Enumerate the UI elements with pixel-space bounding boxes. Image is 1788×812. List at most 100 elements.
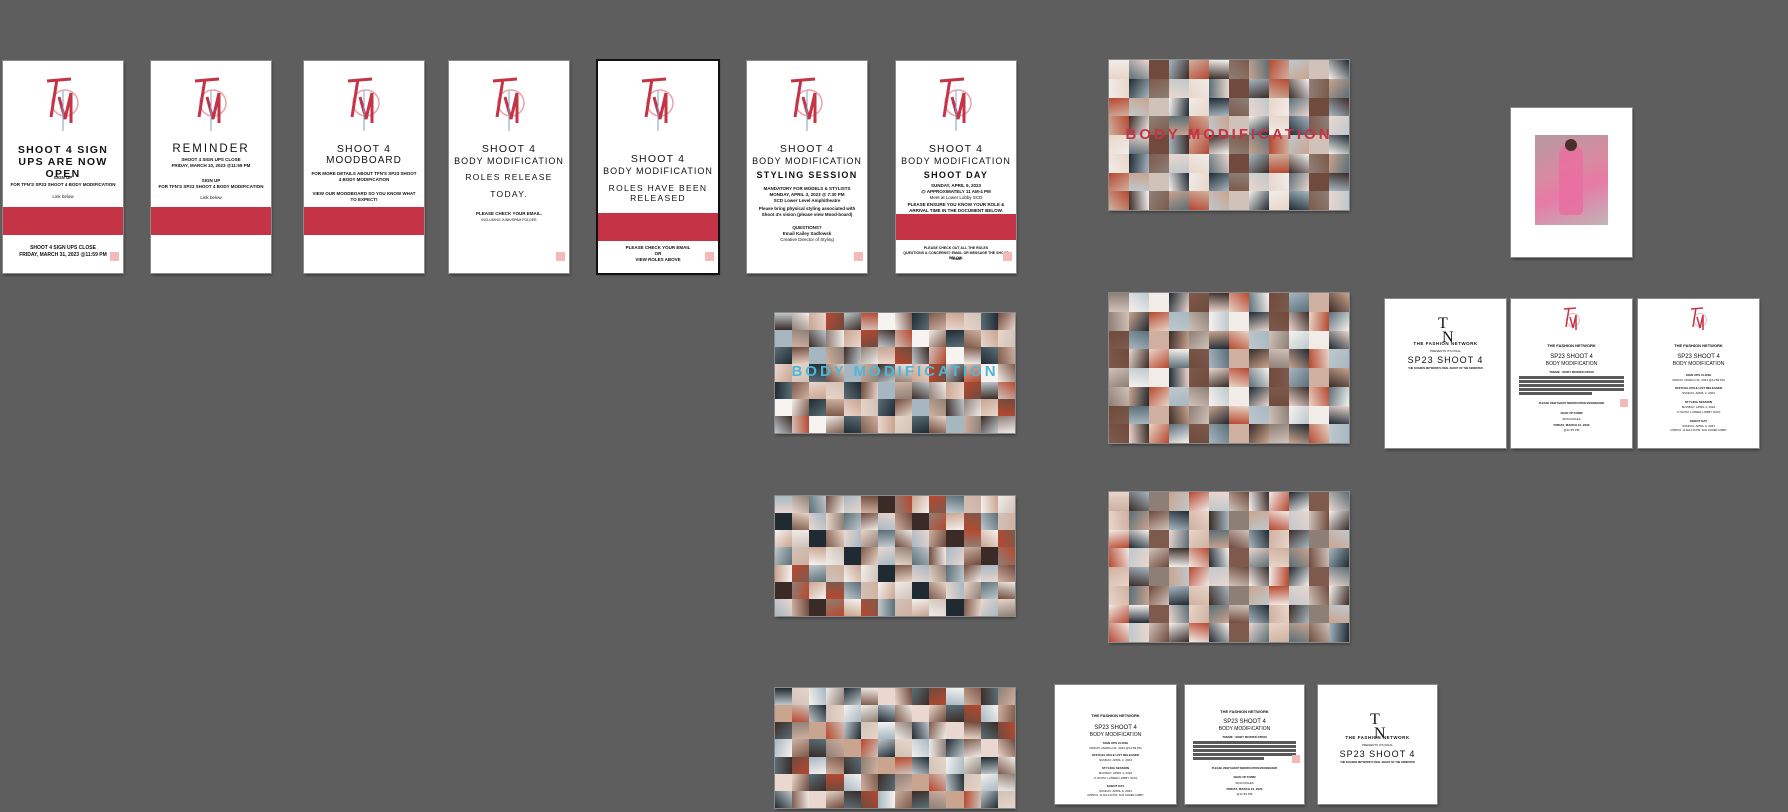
artboard-collage-6[interactable] (775, 688, 1015, 808)
artboard-doc-schedule-2[interactable]: THE FASHION NETWORK SP23 SHOOT 4 BODY MO… (1055, 685, 1176, 804)
collage-tile (792, 722, 810, 740)
collage-tile (1249, 311, 1269, 331)
collage-tile (1329, 368, 1349, 387)
collage-tile (1169, 386, 1189, 406)
collage-tile (860, 598, 878, 616)
collage-tile (843, 381, 861, 399)
collage-grid (1109, 293, 1349, 443)
collage-tile (860, 513, 878, 531)
collage-tile (912, 347, 930, 365)
collage-tile (980, 496, 998, 514)
artboard-roles-release[interactable]: SHOOT 4 BODY MODIFICATION ROLES RELEASE … (449, 61, 569, 273)
collage-tile (792, 705, 810, 723)
collage-tile (1289, 368, 1309, 387)
artboard-doc-schedule[interactable]: THE FASHION NETWORK SP23 SHOOT 4 BODY MO… (1638, 299, 1759, 448)
collage-tile (1269, 349, 1289, 368)
collage-tile (980, 598, 998, 616)
collage-tile (1289, 172, 1309, 192)
collage-tile (1189, 293, 1209, 312)
collage-tile (1229, 368, 1249, 387)
collage-tile (946, 530, 964, 548)
artboard-roles-released[interactable]: SHOOT 4 BODY MODIFICATION ROLES HAVE BEE… (598, 61, 718, 273)
card-headline: RELEASED (630, 193, 686, 203)
collage-tile (1309, 368, 1329, 387)
collage-tile (1149, 548, 1169, 567)
artboard-collage-3[interactable] (1109, 293, 1349, 443)
artboard-collage-red-title[interactable]: BODY MODIFICATION (1109, 60, 1349, 210)
collage-tile (1269, 172, 1289, 192)
collage-tile (1109, 191, 1129, 210)
collage-tile (1169, 548, 1189, 567)
collage-tile (1309, 424, 1329, 443)
collage-tile (1189, 585, 1209, 605)
collage-tile (860, 530, 878, 548)
collage-tile (1209, 311, 1229, 331)
styling-time: (7:30 PM, LOWER LOBBY SCD) (1093, 776, 1138, 780)
collage-tile (1209, 604, 1229, 624)
collage-tile (877, 773, 895, 791)
collage-tile (1129, 386, 1149, 406)
collage-tile (894, 773, 913, 791)
collage-tile (843, 739, 861, 757)
card-text: Creative Director of Styling (780, 237, 834, 242)
card-title-line: SHOOT 4 (630, 153, 686, 165)
collage-tile (1289, 529, 1309, 549)
signups-line: SIGN UPS CLOSE (1685, 373, 1712, 377)
collage-tile (1229, 604, 1249, 624)
roles-link[interactable]: SP23 ROLES (1519, 417, 1624, 421)
collage-tile (1169, 405, 1189, 425)
artboard-collage-cyan-title[interactable]: BODY MODIFICATION (775, 313, 1015, 433)
signups-date: FRIDAY, MARCH 31, 2023 @11:59 PM (1672, 378, 1725, 382)
collage-tile (1129, 492, 1149, 511)
collage-tile (1249, 548, 1269, 567)
artboard-styling-session[interactable]: SHOOT 4 BODY MODIFICATION STYLING SESSIO… (747, 61, 867, 273)
collage-tile (1329, 311, 1349, 331)
collage-tile (1209, 567, 1229, 586)
card-headline: ROLES HAVE BEEN (608, 183, 708, 193)
shoot-subtitle: BODY MODIFICATION (1089, 732, 1142, 738)
presents-line: PRESENTS ITS FINAL (1361, 743, 1393, 747)
artboard-photo-print[interactable] (1511, 108, 1632, 257)
collage-tile (929, 581, 947, 599)
collage-tile (912, 598, 930, 616)
artboard-signups-open[interactable]: SHOOT 4 SIGN UPS ARE NOW OPEN SIGN UP FO… (3, 61, 123, 273)
artboard-reminder[interactable]: REMINDER SHOOT 4 SIGN UPS CLOSE FRIDAY, … (151, 61, 271, 273)
shoot-title: SP23 SHOOT 4 (1339, 749, 1416, 759)
artboard-doc-details[interactable]: THE FASHION NETWORK SP23 SHOOT 4 BODY MO… (1511, 299, 1632, 448)
collage-tile (1149, 191, 1169, 210)
styling-line: STYLING SESSION (1684, 400, 1713, 404)
collage-overlay-title: BODY MODIFICATION (1125, 126, 1333, 143)
roles-link[interactable]: SP23 ROLES (1193, 781, 1296, 785)
collage-tile (877, 381, 895, 399)
collage-tile (843, 513, 861, 531)
artboard-moodboard[interactable]: SHOOT 4 MOODBOARD FOR MORE DETAILS ABOUT… (304, 61, 424, 273)
collage-tile (775, 513, 793, 531)
artboard-collage-4[interactable] (775, 496, 1015, 616)
artboard-collage-5[interactable] (1109, 492, 1349, 642)
artboard-doc-cover[interactable]: T N THE FASHION NETWORK PRESENTS ITS FIN… (1385, 299, 1506, 448)
collage-tile (1109, 293, 1129, 312)
collage-tile (877, 722, 895, 740)
styling-line: STYLING SESSION (1101, 766, 1130, 770)
collage-tile (1229, 492, 1249, 511)
artboard-doc-cover-2[interactable]: T N THE FASHION NETWORK PRESENTS ITS FIN… (1318, 685, 1437, 804)
collage-tile (1169, 510, 1189, 530)
collage-tile (792, 513, 810, 531)
collage-tile (1189, 548, 1209, 567)
collage-tile (1149, 492, 1169, 511)
collage-tile (1129, 529, 1149, 549)
shoot-day-time: APPROX. 11 AM-4:00 PM, SCD LOWER LOBBY (1670, 429, 1727, 432)
collage-tile (1189, 191, 1209, 210)
collage-tile (1209, 191, 1229, 210)
collage-tile (1189, 97, 1209, 117)
collage-tile (1249, 60, 1269, 79)
collage-tile (1289, 510, 1309, 530)
collage-tile (1209, 529, 1229, 549)
artboard-shoot-day[interactable]: SHOOT 4 BODY MODIFICATION SHOOT DAY SUND… (896, 61, 1016, 273)
collage-tile (894, 330, 913, 348)
corner-swatch-icon (1620, 399, 1628, 407)
artboard-doc-details-2[interactable]: THE FASHION NETWORK SP23 SHOOT 4 BODY MO… (1185, 685, 1304, 804)
collage-tile (775, 756, 793, 774)
corner-swatch-icon (705, 252, 714, 261)
collage-tile (894, 415, 913, 433)
